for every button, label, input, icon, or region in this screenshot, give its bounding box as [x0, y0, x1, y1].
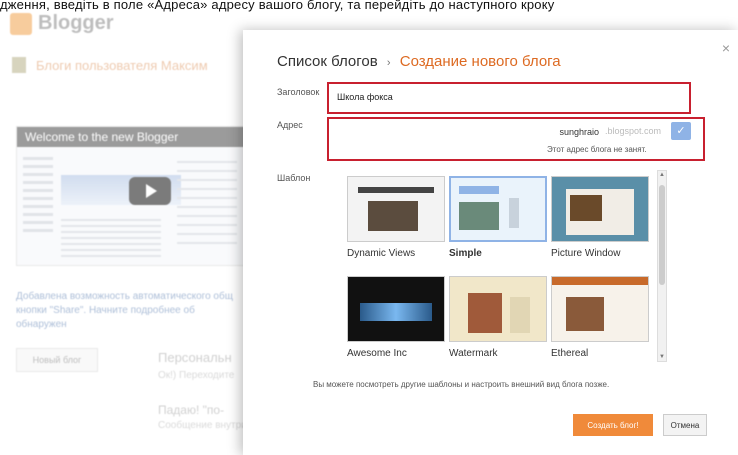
title-label: Заголовок	[277, 87, 320, 97]
welcome-video[interactable]: Welcome to the new Blogger	[16, 126, 248, 266]
title-field-highlight	[327, 82, 691, 114]
background-text-1: Персональн	[158, 350, 232, 365]
template-option-watermark[interactable]: Watermark	[449, 276, 547, 359]
blogger-logo[interactable]: Blogger	[10, 12, 114, 35]
template-thumbnail[interactable]	[449, 276, 547, 342]
template-thumbnail-selected[interactable]	[449, 176, 547, 242]
notice-text: Добавлена возможность автоматического об…	[16, 290, 246, 332]
user-blogs-header: Блоги пользователя Максим	[12, 57, 208, 73]
template-thumbnail[interactable]	[551, 276, 649, 342]
breadcrumb-current: Создание нового блога	[399, 53, 561, 70]
notice-line-1: Добавлена возможность автоматического об…	[16, 291, 233, 302]
template-note: Вы можете посмотреть другие шаблоны и на…	[313, 380, 610, 389]
notice-line-2: кнопки "Share". Начните подробнее об обн…	[16, 305, 195, 330]
template-name: Awesome Inc	[347, 348, 407, 359]
template-option-simple[interactable]: Simple	[449, 176, 547, 259]
create-blog-button[interactable]: Создать блог!	[573, 414, 653, 436]
play-icon[interactable]	[129, 177, 171, 205]
template-thumbnail[interactable]	[347, 176, 445, 242]
background-text-3: Падаю! "по-	[158, 403, 225, 417]
user-blogs-label: Блоги пользователя Максим	[36, 57, 208, 73]
breadcrumb-separator-icon: ›	[386, 57, 391, 69]
new-blog-button[interactable]: Новый блог	[16, 348, 98, 372]
document-icon	[12, 57, 26, 73]
video-title: Welcome to the new Blogger	[17, 127, 247, 147]
video-right-lines	[177, 161, 237, 251]
background-text-2: Ок!) Переходите	[158, 370, 235, 381]
video-text-lines	[61, 219, 161, 259]
template-name: Simple	[449, 248, 482, 259]
title-input[interactable]	[337, 90, 667, 104]
address-domain-suffix: .blogspot.com	[605, 126, 662, 136]
template-option-dynamic-views[interactable]: Dynamic Views	[347, 176, 445, 259]
breadcrumb-blog-list[interactable]: Список блогов	[277, 53, 378, 70]
dialog-breadcrumb: Список блогов › Создание нового блога	[277, 53, 561, 70]
background-text-4: Сообщение внутри	[158, 420, 247, 431]
video-sidebar-lines	[23, 157, 53, 237]
template-label: Шаблон	[277, 173, 311, 183]
template-option-picture-window[interactable]: Picture Window	[551, 176, 649, 259]
blogger-logo-icon	[10, 12, 32, 35]
template-name: Watermark	[449, 348, 498, 359]
create-blog-dialog: × Список блогов › Создание нового блога …	[243, 30, 738, 455]
scrollbar-thumb[interactable]	[659, 185, 665, 285]
template-name: Picture Window	[551, 248, 621, 259]
template-thumbnail[interactable]	[347, 276, 445, 342]
video-preview	[17, 147, 247, 265]
template-name: Dynamic Views	[347, 248, 416, 259]
template-thumbnail[interactable]	[551, 176, 649, 242]
template-option-ethereal[interactable]: Ethereal	[551, 276, 649, 359]
address-input[interactable]	[539, 125, 599, 139]
scroll-up-icon[interactable]: ▲	[658, 171, 666, 179]
blogger-logo-text: Blogger	[38, 12, 114, 34]
template-scrollbar[interactable]: ▲ ▼	[657, 170, 667, 362]
address-label: Адрес	[277, 120, 303, 130]
template-name: Ethereal	[551, 348, 589, 359]
scroll-down-icon[interactable]: ▼	[658, 353, 666, 361]
close-icon[interactable]: ×	[722, 40, 730, 56]
cancel-button[interactable]: Отмена	[663, 414, 707, 436]
address-availability-status: Этот адрес блога не занят.	[547, 145, 647, 154]
template-option-awesome-inc[interactable]: Awesome Inc	[347, 276, 445, 359]
check-icon: ✓	[671, 122, 691, 140]
address-field-highlight: .blogspot.com ✓ Этот адрес блога не заня…	[327, 117, 705, 161]
